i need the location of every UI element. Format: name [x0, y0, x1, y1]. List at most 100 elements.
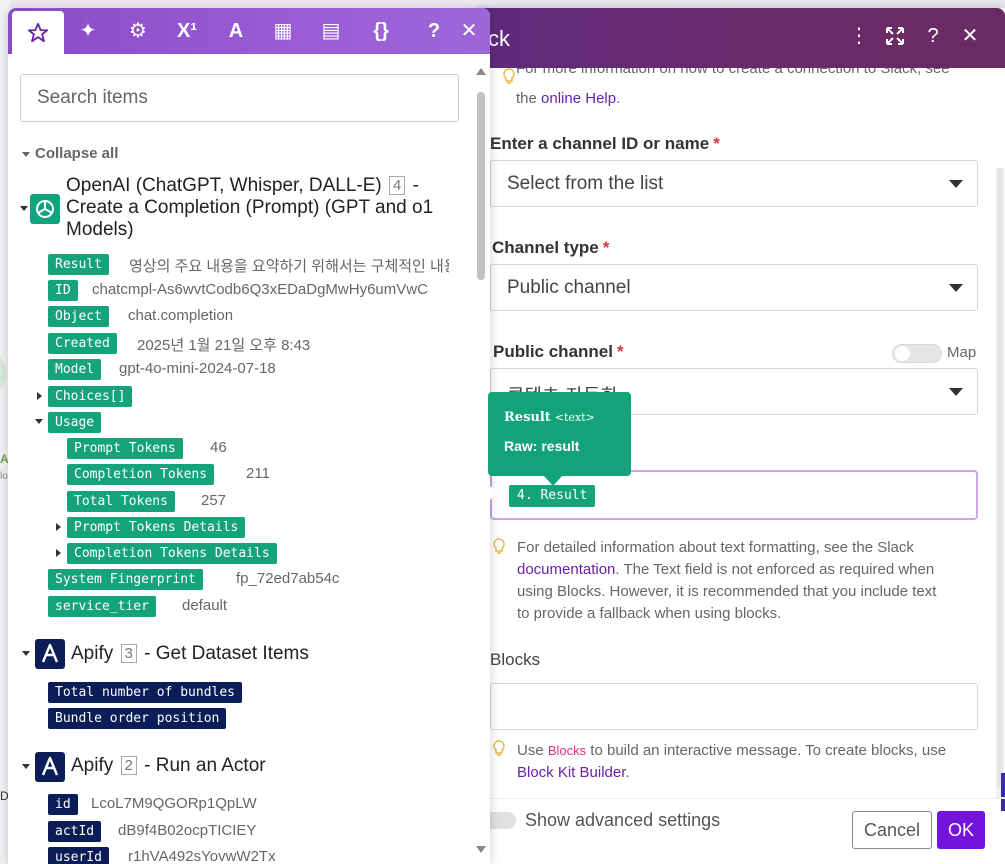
- mapping-item[interactable]: Usage: [48, 412, 102, 433]
- tab-ai[interactable]: ✦: [63, 8, 113, 54]
- expand-toggle[interactable]: [22, 764, 30, 769]
- expand-toggle[interactable]: [37, 392, 42, 400]
- mapping-item[interactable]: Object: [48, 306, 109, 327]
- connection-help-line2: the online Help.: [516, 90, 621, 107]
- expand-icon[interactable]: [882, 24, 908, 51]
- table-icon: ▤: [321, 20, 341, 42]
- item-value: 2025년 1월 21일 오후 8:43: [137, 337, 311, 354]
- expand-toggle[interactable]: [56, 523, 61, 531]
- apify-icon: [35, 639, 65, 669]
- expand-toggle[interactable]: [35, 419, 43, 424]
- mapping-item[interactable]: ID: [48, 280, 78, 301]
- mapping-item[interactable]: Created: [48, 333, 117, 354]
- channel-type-value: Public channel: [507, 277, 631, 298]
- expand-toggle[interactable]: [56, 549, 61, 557]
- mapping-item[interactable]: Completion Tokens Details: [67, 543, 277, 564]
- dialog-header: ck ⋮ ? ✕: [478, 8, 1005, 68]
- channel-id-label: Enter a channel ID or name *: [490, 134, 720, 153]
- item-value: gpt-4o-mini-2024-07-18: [119, 360, 276, 377]
- chevron-down-icon: [949, 388, 963, 396]
- mapping-panel: ✦ ⚙ X¹ A ▦ ▤ {} ? ✕ Collapse all OpenAI …: [8, 8, 490, 864]
- superscript-icon: X¹: [177, 20, 197, 42]
- background-glyph: lo: [0, 471, 8, 482]
- tooltip-arrow: [544, 476, 562, 486]
- mapping-item[interactable]: Result: [48, 254, 109, 275]
- gear-icon: ⚙: [129, 20, 147, 42]
- tab-general[interactable]: ⚙: [113, 8, 163, 54]
- search-input[interactable]: [20, 74, 459, 122]
- clipped-row: userId r1hVA492sYovwW2Tx: [8, 847, 470, 864]
- star-icon: [27, 22, 49, 42]
- blocks-help: Use Blocks to build an interactive messa…: [517, 742, 947, 781]
- mapping-item[interactable]: userId: [48, 847, 109, 864]
- text-help: For detailed information about text form…: [517, 539, 937, 622]
- channel-id-select[interactable]: Select from the list: [490, 160, 978, 207]
- channel-type-label: Channel type *: [492, 238, 610, 257]
- mapping-tooltip: Result <text> Raw: result: [488, 392, 631, 476]
- lightbulb-icon: [493, 740, 505, 756]
- module-id-badge: 3: [120, 644, 137, 663]
- tab-math[interactable]: X¹: [162, 8, 212, 54]
- mapping-item[interactable]: Completion Tokens: [67, 464, 215, 485]
- mapping-item[interactable]: Prompt Tokens Details: [67, 517, 246, 538]
- close-icon[interactable]: ✕: [957, 24, 983, 48]
- mapping-item[interactable]: id: [48, 794, 78, 815]
- item-value: chatcmpl-As6wvtCodb6Q3xEDaDgMwHy6umVwC: [92, 281, 428, 298]
- calendar-icon: ▦: [273, 20, 293, 42]
- tab-date[interactable]: ▦: [258, 8, 308, 54]
- mapping-item[interactable]: Total Tokens: [67, 491, 175, 512]
- more-vertical-icon[interactable]: ⋮: [846, 24, 872, 48]
- mapping-item[interactable]: Prompt Tokens: [67, 438, 183, 459]
- cancel-button[interactable]: Cancel: [852, 811, 932, 849]
- tab-json[interactable]: {}: [356, 8, 406, 54]
- edge-marker: [1001, 799, 1005, 811]
- stage: AI lo D ck ⋮ ? ✕ For more information on…: [0, 0, 1005, 864]
- channel-id-value: Select from the list: [507, 173, 664, 194]
- openai-module-title: OpenAI (ChatGPT, Whisper, DALL-E) 4 - Cr…: [66, 175, 434, 240]
- dialog-scrollbar-thumb[interactable]: [997, 168, 1003, 788]
- item-value: dB9f4B02ocpTICIEY: [118, 822, 257, 839]
- map-toggle[interactable]: [892, 344, 942, 363]
- mapping-item[interactable]: Bundle order position: [48, 708, 227, 729]
- item-value: 211: [246, 465, 270, 482]
- chevron-down-icon: [949, 180, 963, 188]
- text-input[interactable]: 4. Result: [490, 470, 978, 520]
- mapping-item[interactable]: Model: [48, 359, 102, 380]
- tab-array[interactable]: ▤: [306, 8, 356, 54]
- item-value: 257: [201, 492, 227, 509]
- expand-toggle[interactable]: [22, 651, 30, 656]
- mapping-item[interactable]: Choices[]: [48, 386, 133, 407]
- braces-icon: {}: [373, 20, 389, 42]
- help-icon: ?: [427, 20, 441, 42]
- panel-close[interactable]: ✕: [444, 8, 494, 54]
- ok-button[interactable]: OK: [937, 811, 985, 849]
- mapped-token[interactable]: 4. Result: [509, 485, 596, 507]
- panel-scrollbar-thumb[interactable]: [477, 92, 485, 280]
- item-value: 영상의 주요 내용을 요약하기 위해서는 구체적인 내용: [129, 258, 449, 275]
- scroll-up-icon[interactable]: [476, 68, 486, 75]
- help-icon[interactable]: ?: [920, 24, 946, 48]
- tooltip-title: Result <text>: [504, 410, 595, 425]
- scroll-down-icon[interactable]: [476, 846, 486, 853]
- expand-toggle[interactable]: [20, 206, 28, 211]
- tab-favorites[interactable]: [12, 11, 64, 54]
- lightbulb-icon: [493, 538, 505, 554]
- item-value: fp_72ed7ab54c: [236, 570, 340, 587]
- documentation-link[interactable]: documentation: [517, 561, 615, 578]
- channel-type-select[interactable]: Public channel: [490, 264, 978, 311]
- tab-text[interactable]: A: [211, 8, 261, 54]
- online-help-link[interactable]: online Help: [541, 90, 616, 107]
- advanced-settings-label[interactable]: Show advanced settings: [525, 810, 720, 831]
- module-id-badge: 4: [389, 176, 406, 195]
- item-value: chat.completion: [128, 307, 234, 324]
- mapping-item[interactable]: Total number of bundles: [48, 682, 243, 703]
- block-kit-builder-link[interactable]: Block Kit Builder: [517, 764, 625, 781]
- item-value: default: [182, 597, 228, 614]
- mapping-item[interactable]: System Fingerprint: [48, 569, 203, 590]
- blocks-input[interactable]: [490, 683, 978, 730]
- chevron-down-icon: [22, 151, 30, 157]
- mapping-item[interactable]: actId: [48, 821, 102, 842]
- item-value: LcoL7M9QGORp1QpLW: [91, 795, 257, 812]
- mapping-item[interactable]: service_tier: [48, 596, 156, 617]
- collapse-all-button[interactable]: Collapse all: [22, 145, 118, 162]
